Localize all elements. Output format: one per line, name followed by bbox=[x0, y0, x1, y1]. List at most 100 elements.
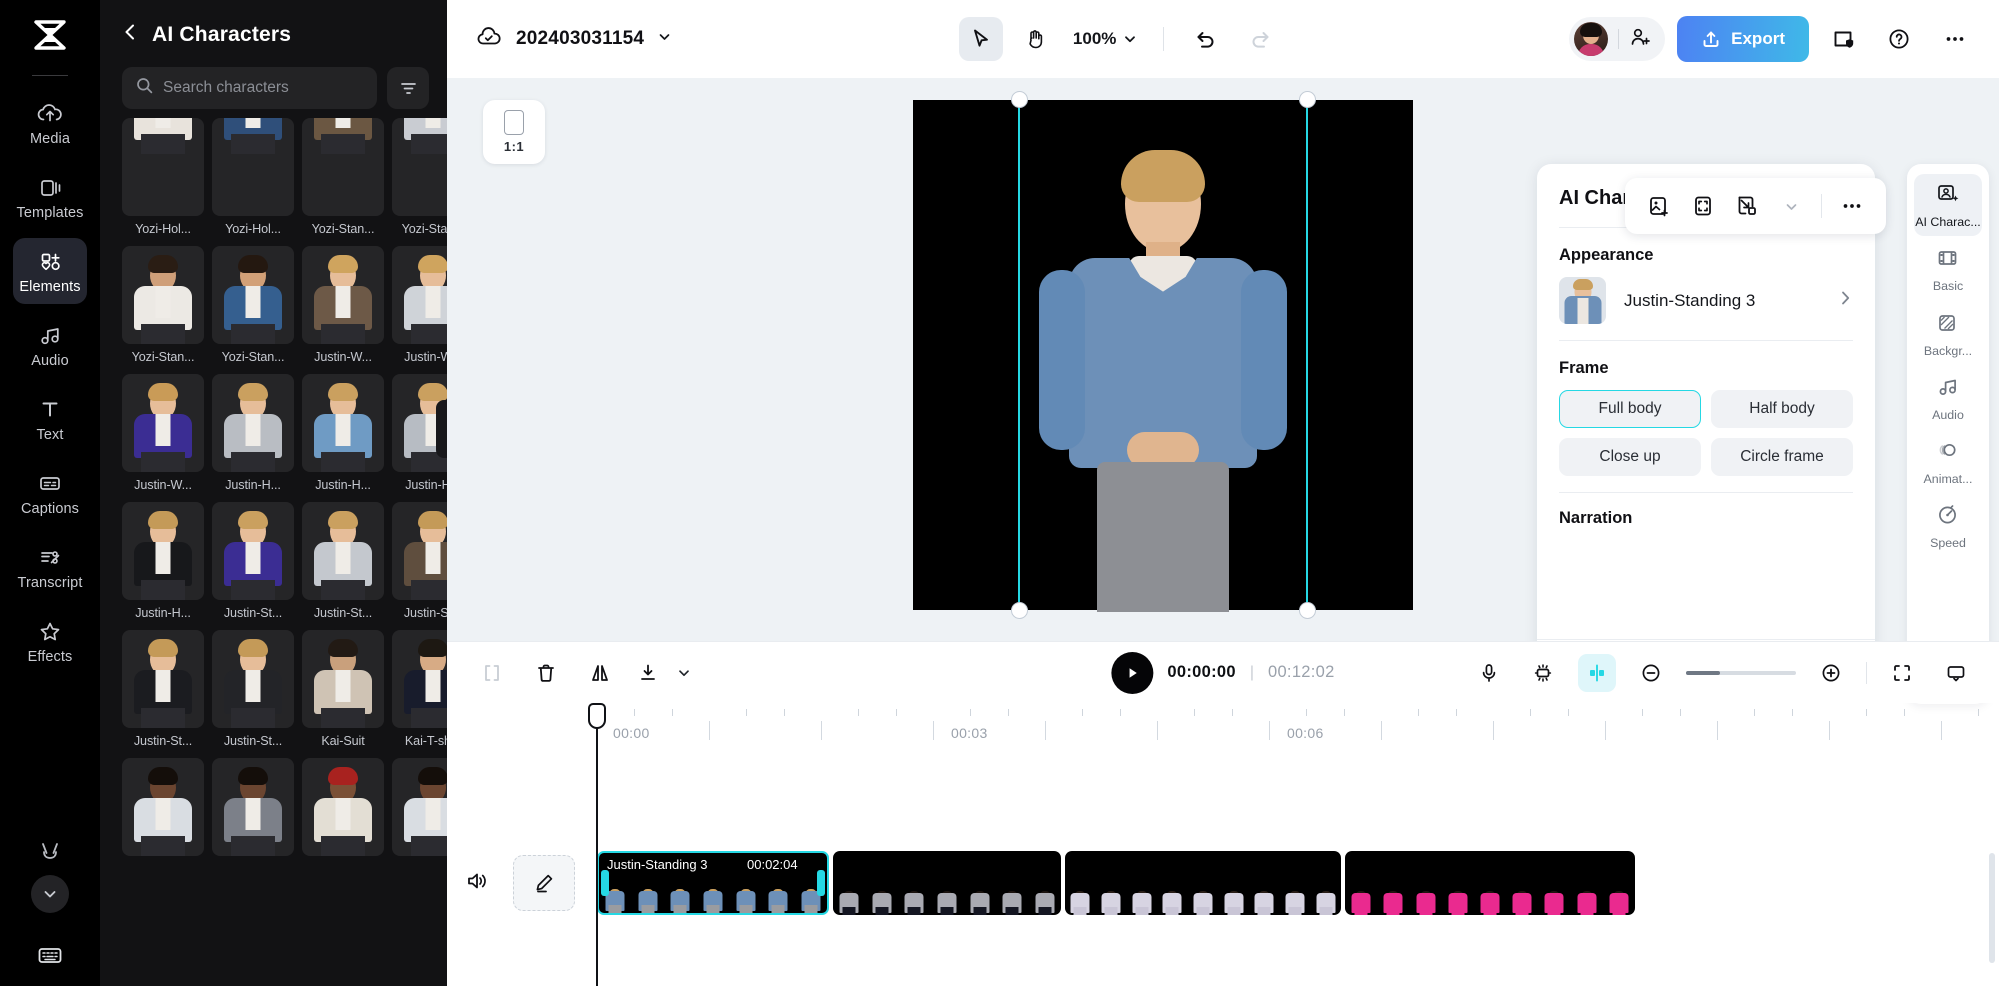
character-thumbnail[interactable] bbox=[302, 118, 384, 216]
image-plus-icon[interactable] bbox=[1639, 186, 1679, 226]
inspector-tab-backgr[interactable]: Backgr... bbox=[1914, 303, 1982, 365]
appearance-selector[interactable]: Justin-Standing 3 bbox=[1537, 277, 1875, 340]
character-thumbnail[interactable] bbox=[302, 374, 384, 472]
trash-icon[interactable] bbox=[529, 656, 563, 690]
search-box[interactable] bbox=[122, 67, 377, 109]
filter-icon[interactable] bbox=[387, 67, 429, 109]
character-card[interactable]: Justin-W... bbox=[122, 374, 204, 492]
timeline-clip[interactable]: Justin-Standing 300:02:04 bbox=[597, 851, 829, 915]
character-card[interactable]: Justin-H... bbox=[212, 374, 294, 492]
character-card[interactable]: Justin-W... bbox=[302, 246, 384, 364]
character-thumbnail[interactable] bbox=[302, 758, 384, 856]
character-thumbnail[interactable] bbox=[392, 502, 447, 600]
character-thumbnail[interactable] bbox=[122, 374, 204, 472]
timeline-clip[interactable] bbox=[833, 851, 1061, 915]
character-card[interactable]: Justin-St... bbox=[392, 502, 447, 620]
sidebar-item-captions[interactable]: Captions bbox=[13, 460, 87, 526]
sidebar-item-elements[interactable]: Elements bbox=[13, 238, 87, 304]
more-dots-icon[interactable] bbox=[1933, 17, 1977, 61]
zoom-slider[interactable] bbox=[1686, 671, 1796, 675]
frame-option-circle-frame[interactable]: Circle frame bbox=[1711, 438, 1853, 476]
chevron-right-icon[interactable] bbox=[1838, 289, 1853, 312]
video-stage[interactable] bbox=[913, 100, 1413, 610]
character-card[interactable]: Justin-H... bbox=[122, 502, 204, 620]
character-card[interactable] bbox=[392, 758, 447, 862]
frame-option-close-up[interactable]: Close up bbox=[1559, 438, 1701, 476]
character-thumbnail[interactable] bbox=[212, 246, 294, 344]
trim-handle-right[interactable] bbox=[817, 870, 825, 896]
cursor-arrow-icon[interactable] bbox=[959, 17, 1003, 61]
character-thumbnail[interactable] bbox=[302, 246, 384, 344]
character-card[interactable]: Yozi-Hol... bbox=[212, 118, 294, 236]
character-card[interactable]: Justin-St... bbox=[212, 502, 294, 620]
redo-arrow-icon[interactable] bbox=[1238, 17, 1282, 61]
timeline-clip[interactable] bbox=[1345, 851, 1635, 915]
frame-options[interactable]: Full body Half body Close up Circle frame bbox=[1537, 390, 1875, 492]
character-grid[interactable]: Yozi-Hol...Yozi-Hol...Yozi-Stan...Yozi-S… bbox=[122, 118, 439, 986]
character-thumbnail[interactable] bbox=[392, 630, 447, 728]
character-card[interactable]: Yozi-Stan... bbox=[212, 246, 294, 364]
search-input[interactable] bbox=[163, 79, 363, 97]
timeline-clip[interactable] bbox=[1065, 851, 1341, 915]
chevron-down-icon[interactable] bbox=[31, 875, 69, 913]
bunny-icon[interactable] bbox=[35, 840, 65, 871]
download-chevron-down-icon[interactable] bbox=[667, 656, 701, 690]
character-thumbnail[interactable] bbox=[122, 630, 204, 728]
play-button[interactable] bbox=[1111, 652, 1153, 694]
aspect-ratio-badge[interactable]: 1:1 bbox=[483, 100, 545, 164]
shield-screen-icon[interactable] bbox=[1821, 17, 1865, 61]
hand-icon[interactable] bbox=[1013, 17, 1057, 61]
character-thumbnail[interactable] bbox=[212, 374, 294, 472]
playhead[interactable] bbox=[596, 707, 598, 986]
character-card[interactable]: Justin-St... bbox=[302, 502, 384, 620]
character-thumbnail[interactable] bbox=[122, 246, 204, 344]
character-card[interactable] bbox=[302, 758, 384, 862]
crop-frame-icon[interactable] bbox=[1683, 186, 1723, 226]
character-thumbnail[interactable] bbox=[392, 118, 447, 216]
add-person-icon[interactable] bbox=[1629, 26, 1651, 53]
download-icon[interactable] bbox=[631, 656, 665, 690]
character-thumbnail[interactable] bbox=[212, 758, 294, 856]
character-card[interactable]: Yozi-Stan... bbox=[122, 246, 204, 364]
character-card[interactable]: Yozi-Stan... bbox=[392, 118, 447, 236]
pencil-edit-icon[interactable] bbox=[513, 855, 575, 911]
question-circle-icon[interactable] bbox=[1877, 17, 1921, 61]
character-card[interactable]: Kai-Suit bbox=[302, 630, 384, 748]
microphone-icon[interactable] bbox=[1470, 654, 1508, 692]
playhead-knob[interactable] bbox=[588, 703, 606, 729]
speaker-icon[interactable] bbox=[465, 869, 491, 898]
character-thumbnail[interactable] bbox=[122, 758, 204, 856]
inspector-tab-animat[interactable]: Animat... bbox=[1914, 431, 1982, 493]
sidebar-item-templates[interactable]: Templates bbox=[13, 164, 87, 230]
frame-option-full-body[interactable]: Full body bbox=[1559, 390, 1701, 428]
clip-track[interactable]: Justin-Standing 300:02:04 bbox=[597, 851, 1635, 915]
frame-option-half-body[interactable]: Half body bbox=[1711, 390, 1853, 428]
inspector-tab-rail[interactable]: AI Charac...BasicBackgr...AudioAnimat...… bbox=[1907, 164, 1989, 704]
inspector-tab-basic[interactable]: Basic bbox=[1914, 238, 1982, 300]
character-thumbnail[interactable] bbox=[392, 758, 447, 856]
character-thumbnail[interactable] bbox=[212, 630, 294, 728]
magnet-icon[interactable] bbox=[1524, 654, 1562, 692]
plus-circle-icon[interactable] bbox=[1812, 654, 1850, 692]
monitor-icon[interactable] bbox=[1937, 654, 1975, 692]
trim-handle-left[interactable] bbox=[601, 870, 609, 896]
character-thumbnail[interactable] bbox=[212, 502, 294, 600]
minus-circle-icon[interactable] bbox=[1632, 654, 1670, 692]
snap-icon[interactable] bbox=[1578, 654, 1616, 692]
character-thumbnail[interactable] bbox=[302, 630, 384, 728]
character-card[interactable]: Kai-T-shirt bbox=[392, 630, 447, 748]
timeline-ruler[interactable]: 00:0000:0300:06 bbox=[447, 703, 1999, 745]
character-thumbnail[interactable] bbox=[122, 502, 204, 600]
character-card[interactable]: Yozi-Stan... bbox=[302, 118, 384, 236]
sidebar-item-text[interactable]: Text bbox=[13, 386, 87, 452]
character-card[interactable]: Justin-St... bbox=[122, 630, 204, 748]
character-card[interactable]: Justin-St... bbox=[212, 630, 294, 748]
keyboard-icon[interactable] bbox=[35, 943, 65, 972]
mirror-flip-icon[interactable] bbox=[583, 656, 617, 690]
picture-in-picture-icon[interactable] bbox=[1727, 186, 1767, 226]
character-thumbnail[interactable] bbox=[212, 118, 294, 216]
timeline-scrollbar[interactable] bbox=[1989, 853, 1995, 963]
fit-frame-icon[interactable] bbox=[1883, 654, 1921, 692]
sidebar-item-media[interactable]: Media bbox=[13, 90, 87, 156]
character-card[interactable] bbox=[212, 758, 294, 862]
